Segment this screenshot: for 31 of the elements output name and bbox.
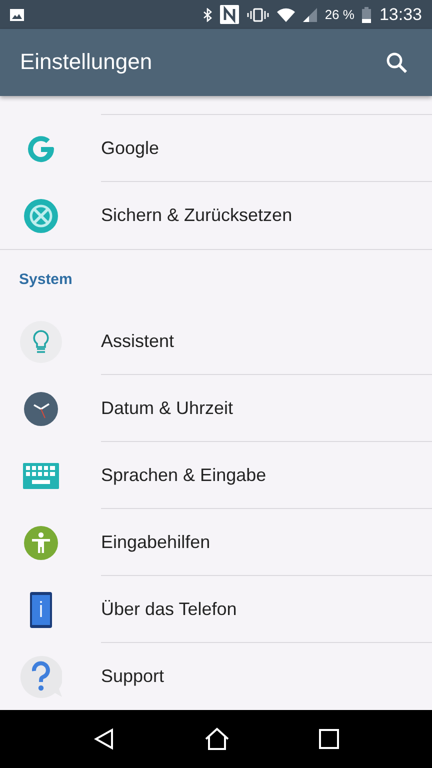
app-title: Einstellungen <box>20 49 152 76</box>
battery-icon <box>362 6 372 22</box>
clock-time: 13:33 <box>379 4 422 26</box>
settings-item[interactable]: Datum & Uhrzeit <box>101 394 234 422</box>
settings-item[interactable]: Support <box>101 663 164 690</box>
accessibility-icon <box>24 526 58 560</box>
settings-item[interactable]: Sprachen & Eingabe <box>101 462 266 488</box>
vibrate-icon <box>246 8 269 22</box>
backup-icon <box>24 198 58 232</box>
section-header: System <box>19 271 72 288</box>
keyboard-icon <box>22 462 58 488</box>
settings-item[interactable]: Google <box>101 134 160 162</box>
settings-item[interactable]: Sichern & Zurücksetzen <box>101 202 292 229</box>
signal-icon <box>302 8 317 22</box>
lightbulb-icon <box>20 320 62 362</box>
nfc-icon <box>220 5 239 24</box>
clock-icon <box>24 392 58 426</box>
image-icon <box>10 8 24 20</box>
settings-item[interactable]: Eingabehilfen <box>101 528 210 556</box>
google-icon <box>26 134 56 164</box>
back-icon <box>92 728 115 750</box>
wifi-icon <box>276 8 295 22</box>
search-icon <box>386 52 408 74</box>
square-icon <box>319 729 340 749</box>
battery-percentage: 26 % <box>324 6 354 24</box>
help-icon <box>20 656 62 698</box>
home-icon <box>204 727 230 751</box>
bluetooth-icon <box>202 8 212 22</box>
settings-item[interactable]: Über das Telefon <box>101 596 237 622</box>
phone-info-icon <box>30 592 52 628</box>
settings-item[interactable]: Assistent <box>101 328 174 354</box>
